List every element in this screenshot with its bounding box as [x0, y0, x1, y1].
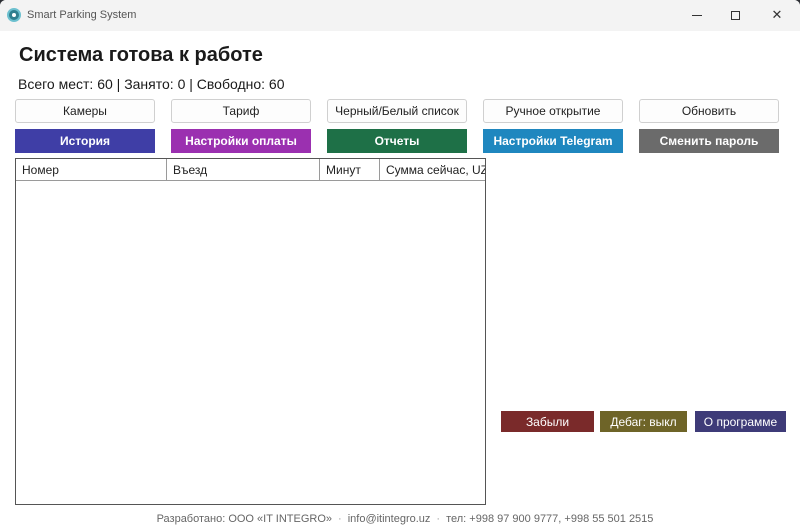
footer-separator: ·	[436, 513, 441, 525]
about-button[interactable]: О программе	[695, 411, 786, 432]
close-button[interactable]: ✕	[754, 0, 800, 31]
footer-developer: Разработано: ООО «IT INTEGRO»	[156, 513, 333, 525]
column-header-entry[interactable]: Въезд	[167, 159, 320, 180]
footer-email[interactable]: info@itintegro.uz	[348, 513, 431, 525]
system-status-title: Система готова к работе	[19, 44, 263, 66]
debug-toggle-button[interactable]: Дебаг: выкл	[600, 411, 687, 432]
refresh-button[interactable]: Обновить	[639, 99, 779, 123]
cameras-button[interactable]: Камеры	[15, 99, 155, 123]
history-button[interactable]: История	[15, 129, 155, 153]
reports-button[interactable]: Отчеты	[327, 129, 467, 153]
parked-vehicles-table[interactable]: Номер Въезд Минут Сумма сейчас, UZS	[15, 158, 486, 505]
payment-settings-button[interactable]: Настройки оплаты	[171, 129, 311, 153]
spaces-counter: Всего мест: 60 | Занято: 0 | Свободно: 6…	[18, 76, 285, 92]
app-window: Smart Parking System ✕ Система готова к …	[0, 0, 800, 530]
footer-phone: тел: +998 97 900 9777, +998 55 501 2515	[446, 513, 654, 525]
change-password-button[interactable]: Сменить пароль	[639, 129, 779, 153]
telegram-settings-button[interactable]: Настройки Telegram	[483, 129, 623, 153]
close-icon: ✕	[771, 8, 783, 23]
maximize-button[interactable]	[712, 0, 758, 31]
column-header-number[interactable]: Номер	[16, 159, 167, 180]
column-header-minutes[interactable]: Минут	[320, 159, 380, 180]
maximize-icon	[730, 11, 740, 20]
black-white-list-button[interactable]: Черный/Белый список	[327, 99, 467, 123]
table-header: Номер Въезд Минут Сумма сейчас, UZS	[16, 159, 485, 181]
minimize-icon	[692, 15, 702, 16]
footer: Разработано: ООО «IT INTEGRO» · info@itint…	[0, 513, 800, 525]
tariff-button[interactable]: Тариф	[171, 99, 311, 123]
manual-open-button[interactable]: Ручное открытие	[483, 99, 623, 123]
title-bar[interactable]: Smart Parking System ✕	[0, 0, 800, 31]
column-header-amount[interactable]: Сумма сейчас, UZS	[380, 159, 485, 180]
app-logo-icon	[7, 8, 21, 22]
footer-separator: ·	[338, 513, 342, 525]
forgot-button[interactable]: Забыли	[501, 411, 594, 432]
window-title: Smart Parking System	[27, 9, 137, 21]
